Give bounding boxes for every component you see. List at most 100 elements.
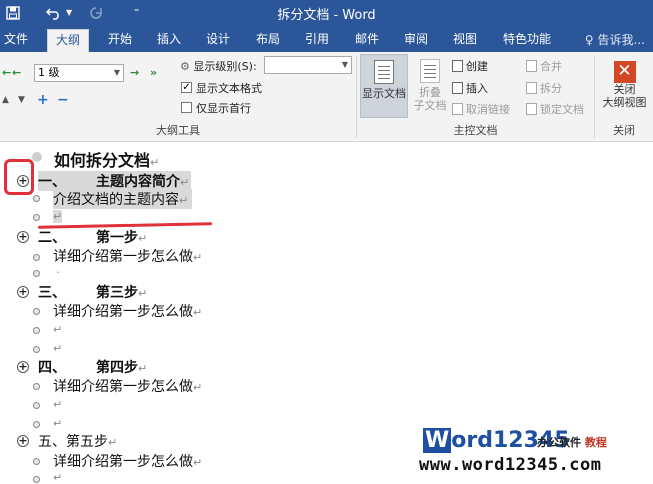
heading-number: 三、 [38,285,66,301]
create-button[interactable]: 创建 [452,58,488,74]
empty-paragraph-mark: · [56,266,60,279]
empty-bullet[interactable] [33,421,40,428]
paragraph-mark: ↵ [138,287,148,300]
empty-bullet[interactable] [33,402,40,409]
paragraph-mark: ↵ [108,436,118,449]
empty-bullet[interactable] [33,346,40,353]
body-text: 详细介绍第一步怎么做↵ [53,376,202,396]
heading-number: 四、 [38,360,66,376]
heading-number: 二、 [38,230,66,246]
collapse-subdocuments-label-2: 子文档 [413,99,447,112]
tab-insert[interactable]: 插入 [157,29,181,52]
body-text-content: 详细介绍第一步怎么做 [53,249,193,265]
watermark: Word12345 办公软件 教程 www.word12345.com [419,428,645,478]
tab-home[interactable]: 开始 [108,29,132,52]
body-bullet[interactable] [33,195,40,202]
collapse-icon[interactable]: − [57,92,69,108]
empty-paragraph-mark: ↵ [53,210,63,223]
body-bullet[interactable] [33,254,40,261]
close-outline-label-2: 大纲视图 [602,96,647,109]
insert-button[interactable]: 插入 [452,80,488,96]
unlink-button[interactable]: 取消链接 [452,101,510,117]
outline-level-value: 1 级 [38,66,60,79]
outline-level-dropdown[interactable]: 1 级 ▼ [34,64,124,82]
show-first-line-label: 仅显示首行 [196,102,251,115]
body-text-content: 详细介绍第一步怎么做 [53,379,193,395]
promote-arrow-icon[interactable]: ← [12,66,21,79]
body-bullet[interactable] [33,383,40,390]
tab-design[interactable]: 设计 [206,29,230,52]
show-text-format-checkbox[interactable]: ✓ [181,82,192,93]
move-up-icon[interactable]: ▲ [2,95,9,105]
empty-bullet[interactable] [33,327,40,334]
paragraph-mark: ↵ [179,194,189,207]
expand-heading-icon[interactable]: + [17,231,29,243]
empty-bullet[interactable] [33,270,40,277]
watermark-url: www.word12345.com [419,455,602,475]
tab-references[interactable]: 引用 [305,29,329,52]
tab-review[interactable]: 审阅 [404,29,428,52]
expand-heading-icon[interactable]: + [17,361,29,373]
title-bar: ▼ ⁼ 拆分文档 - Word [0,0,653,25]
subdocument-icon [420,59,440,83]
split-button[interactable]: 拆分 [526,80,562,96]
move-down-icon[interactable]: ▼ [18,95,25,105]
body-bullet[interactable] [33,308,40,315]
close-icon: ✕ [613,61,636,83]
promote-icon[interactable]: ← [2,66,11,79]
expand-heading-icon[interactable]: + [17,286,29,298]
tell-me-box[interactable]: ♀ 告诉我... [585,31,645,48]
tab-layout[interactable]: 布局 [256,29,280,52]
show-level-icon: ⚙ [180,60,190,73]
body-text-content: 详细介绍第一步怎么做 [53,454,193,470]
body-text: 介绍文档的主题内容↵ [53,189,193,209]
merge-icon [526,60,537,72]
chevron-down-icon: ▼ [113,68,120,77]
watermark-subtitle: 办公软件 教程 [537,434,607,450]
demote-icon[interactable]: → [130,66,139,79]
lock-icon [526,103,537,115]
show-level-dropdown[interactable]: ▼ [264,56,352,74]
lock-document-button[interactable]: 锁定文档 [526,101,584,117]
body-text: 详细介绍第一步怎么做↵ [53,301,202,321]
show-level-label: ⚙ 显示级别(S): [180,58,257,74]
empty-bullet[interactable] [33,214,40,221]
close-outline-label-1: 关闭 [613,83,636,96]
document-icon [374,60,394,84]
expand-icon[interactable]: + [37,92,49,108]
outline-symbol[interactable] [32,152,42,162]
body-text-content: 详细介绍第一步怎么做 [53,304,193,320]
empty-bullet[interactable] [33,476,40,483]
heading-number: 一、 [38,174,66,190]
empty-paragraph-mark: ↵ [53,342,63,355]
split-label: 拆分 [540,82,562,95]
unlink-label: 取消链接 [466,103,510,116]
highlight-box-annotation [4,159,34,195]
tab-outline[interactable]: 大纲 [47,29,90,52]
heading-1: 一、 主题内容简介↵ [38,171,192,191]
heading-text: 第四步 [96,360,138,376]
heading-text: 第五步 [66,434,108,450]
close-outline-view-button[interactable]: ✕ 关闭 大纲视图 [597,56,652,118]
tab-file[interactable]: 文件 [4,29,28,52]
heading-5: 五、第五步↵ [38,431,117,451]
tab-special-features[interactable]: 特色功能 [503,29,551,52]
paragraph-mark: ↵ [138,362,148,375]
document-title: 如何拆分文档↵ [54,147,159,171]
lightbulb-icon: ♀ [584,33,594,47]
show-first-line-checkbox[interactable] [181,102,192,113]
paragraph-mark: ↵ [193,306,203,319]
demote-to-body-icon[interactable]: » [150,66,157,79]
show-document-button[interactable]: 显示文档 [360,54,408,118]
document-area[interactable]: 如何拆分文档↵ + 一、 主题内容简介↵ 介绍文档的主题内容↵ ↵ + 二、 第一步… [0,143,653,484]
create-icon [452,60,463,72]
heading-text: 第一步 [96,230,138,246]
tab-view[interactable]: 视图 [453,29,477,52]
expand-heading-icon[interactable]: + [17,435,29,447]
tab-mailings[interactable]: 邮件 [355,29,379,52]
collapse-subdocuments-button[interactable]: 折叠 子文档 [410,54,450,118]
watermark-brand-w: W [423,428,452,453]
merge-button[interactable]: 合并 [526,58,562,74]
body-bullet[interactable] [33,458,40,465]
heading-number: 五、 [38,434,66,450]
